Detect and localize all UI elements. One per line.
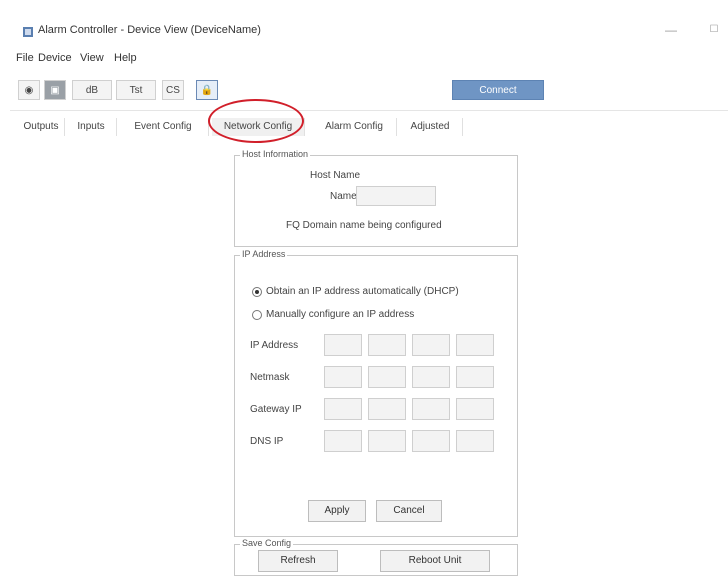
dns-octet-field[interactable]: [368, 430, 406, 452]
name-label: Name: [330, 191, 357, 202]
netmask-octet-field[interactable]: [456, 366, 494, 388]
maximize-button[interactable]: ☐: [700, 20, 728, 40]
test-icon: Tst: [129, 85, 143, 96]
record-button[interactable]: ◉: [18, 80, 40, 100]
ip-octet-field[interactable]: [456, 334, 494, 356]
dns-octet-field[interactable]: [456, 430, 494, 452]
netmask-octet-field[interactable]: [412, 366, 450, 388]
menu-help[interactable]: Help: [114, 52, 137, 64]
name-field[interactable]: [356, 186, 436, 206]
connect-label: Connect: [479, 85, 517, 96]
netmask-octet-field[interactable]: [324, 366, 362, 388]
lock-icon: 🔒: [200, 85, 214, 96]
auto-ip-radio[interactable]: [252, 287, 262, 297]
record-icon: ◉: [24, 85, 34, 96]
netmask-octet-field[interactable]: [368, 366, 406, 388]
cs-button[interactable]: CS: [162, 80, 184, 100]
module-button[interactable]: ▣: [44, 80, 66, 100]
tab-event-config[interactable]: Event Config: [118, 118, 209, 136]
host-name-caption: Host Name: [310, 170, 361, 181]
db-icon: dB: [85, 85, 99, 96]
netmask-label: Netmask: [250, 372, 290, 383]
test-button[interactable]: Tst: [116, 80, 156, 100]
reboot-unit-button[interactable]: Reboot Unit: [380, 550, 490, 572]
cs-icon: CS: [166, 85, 180, 96]
ip-octet-field[interactable]: [412, 334, 450, 356]
apply-button[interactable]: Apply: [308, 500, 366, 522]
tab-outputs[interactable]: Outputs: [18, 118, 65, 136]
gateway-octet-field[interactable]: [324, 398, 362, 420]
menu-device[interactable]: Device: [38, 52, 72, 64]
window-title: Alarm Controller - Device View (DeviceNa…: [38, 24, 261, 36]
ip-address-label: IP Address: [250, 340, 299, 351]
dns-ip-label: DNS IP: [250, 436, 284, 447]
minimize-button[interactable]: —: [656, 20, 686, 40]
host-group-label: Host Information: [240, 149, 311, 159]
tab-alarm-config[interactable]: Alarm Config: [312, 118, 397, 136]
menu-file[interactable]: File: [16, 52, 34, 64]
connect-button[interactable]: Connect: [452, 80, 544, 100]
cancel-button[interactable]: Cancel: [376, 500, 442, 522]
dns-octet-field[interactable]: [412, 430, 450, 452]
tab-top-divider: [10, 110, 728, 111]
lock-button[interactable]: 🔒: [196, 80, 218, 100]
manual-ip-label: Manually configure an IP address: [266, 309, 415, 320]
gateway-label: Gateway IP: [250, 404, 302, 415]
auto-ip-label: Obtain an IP address automatically (DHCP…: [266, 286, 459, 297]
tab-inputs[interactable]: Inputs: [66, 118, 117, 136]
refresh-button[interactable]: Refresh: [258, 550, 338, 572]
gateway-octet-field[interactable]: [456, 398, 494, 420]
gateway-octet-field[interactable]: [368, 398, 406, 420]
save-config-label: Save Config: [240, 538, 294, 548]
highlight-circle: [208, 99, 304, 143]
dns-octet-field[interactable]: [324, 430, 362, 452]
dns-text: FQ Domain name being configured: [286, 220, 442, 231]
ip-octet-field[interactable]: [368, 334, 406, 356]
app-icon: [23, 27, 33, 37]
ip-octet-field[interactable]: [324, 334, 362, 356]
db-button[interactable]: dB: [72, 80, 112, 100]
ip-group: [234, 255, 518, 537]
menu-view[interactable]: View: [80, 52, 104, 64]
ip-group-label: IP Address: [240, 249, 288, 259]
tab-adjusted[interactable]: Adjusted: [398, 118, 463, 136]
module-icon: ▣: [50, 85, 60, 96]
gateway-octet-field[interactable]: [412, 398, 450, 420]
manual-ip-radio[interactable]: [252, 310, 262, 320]
